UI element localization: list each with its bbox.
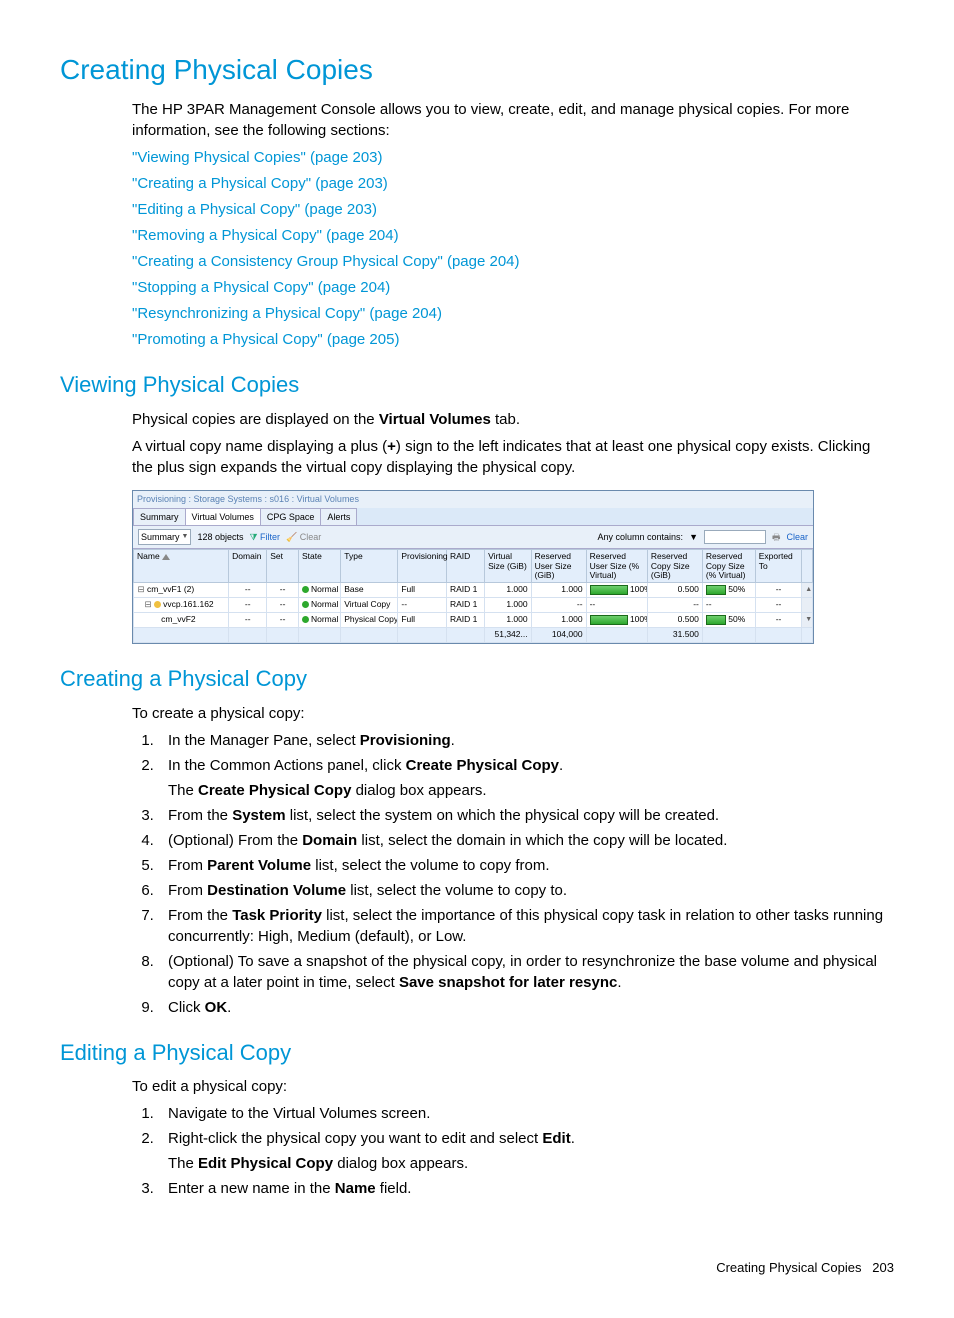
tab-alerts[interactable]: Alerts xyxy=(320,508,357,526)
any-column-label: Any column contains: xyxy=(598,531,684,544)
chevron-down-icon[interactable]: ▼ xyxy=(689,531,698,544)
section-link[interactable]: "Creating a Consistency Group Physical C… xyxy=(132,251,894,272)
step-item: From Destination Volume list, select the… xyxy=(158,880,894,901)
summary-dropdown[interactable]: Summary▼ xyxy=(138,529,191,545)
step-item: In the Common Actions panel, click Creat… xyxy=(158,755,894,801)
column-header[interactable]: Reserved User Size (% Virtual) xyxy=(586,550,647,583)
column-header[interactable]: Exported To xyxy=(755,550,802,583)
column-header[interactable]: Name xyxy=(134,550,229,583)
sort-asc-icon xyxy=(162,554,170,560)
breadcrumb: Provisioning : Storage Systems : s016 : … xyxy=(133,491,813,508)
clear-link[interactable]: 🧹 Clear xyxy=(286,531,321,544)
column-header[interactable]: Virtual Size (GiB) xyxy=(485,550,532,583)
table-row[interactable]: ⊟cm_vvF1 (2)----NormalBaseFullRAID 11.00… xyxy=(134,583,813,598)
object-count: 128 objects xyxy=(197,531,243,544)
table-row[interactable]: ⊟vvcp.161.162----NormalVirtual Copy--RAI… xyxy=(134,598,813,613)
intro-paragraph: The HP 3PAR Management Console allows yo… xyxy=(132,99,894,141)
tab-summary[interactable]: Summary xyxy=(133,508,186,526)
column-header[interactable]: Type xyxy=(341,550,398,583)
step-item: From the System list, select the system … xyxy=(158,805,894,826)
printer-icon[interactable]: 🖶 xyxy=(772,531,781,544)
column-header[interactable]: Provisioning xyxy=(398,550,447,583)
page-footer: Creating Physical Copies 203 xyxy=(60,1259,894,1277)
creating-steps: In the Manager Pane, select Provisioning… xyxy=(132,730,894,1018)
step-item: In the Manager Pane, select Provisioning… xyxy=(158,730,894,751)
table-totals-row: 51,342...104,00031.500 xyxy=(134,627,813,642)
section-link[interactable]: "Creating a Physical Copy" (page 203) xyxy=(132,173,894,194)
section-link[interactable]: "Promoting a Physical Copy" (page 205) xyxy=(132,329,894,350)
filter-link[interactable]: ⧩ Filter xyxy=(250,531,281,544)
editing-heading: Editing a Physical Copy xyxy=(60,1038,894,1069)
viewing-p1: Physical copies are displayed on the Vir… xyxy=(132,409,894,430)
column-header[interactable]: Set xyxy=(267,550,299,583)
section-link[interactable]: "Editing a Physical Copy" (page 203) xyxy=(132,199,894,220)
creating-intro: To create a physical copy: xyxy=(132,703,894,724)
viewing-heading: Viewing Physical Copies xyxy=(60,370,894,401)
step-item: From Parent Volume list, select the volu… xyxy=(158,855,894,876)
page-title: Creating Physical Copies xyxy=(60,50,894,89)
column-header[interactable]: Reserved Copy Size (% Virtual) xyxy=(702,550,755,583)
section-link[interactable]: "Viewing Physical Copies" (page 203) xyxy=(132,147,894,168)
step-item: (Optional) To save a snapshot of the phy… xyxy=(158,951,894,993)
section-link[interactable]: "Resynchronizing a Physical Copy" (page … xyxy=(132,303,894,324)
tab-virtual-volumes[interactable]: Virtual Volumes xyxy=(185,508,261,526)
column-header[interactable]: Domain xyxy=(229,550,267,583)
column-header[interactable]: State xyxy=(298,550,340,583)
step-item: Navigate to the Virtual Volumes screen. xyxy=(158,1103,894,1124)
step-item: (Optional) From the Domain list, select … xyxy=(158,830,894,851)
section-links: "Viewing Physical Copies" (page 203) "Cre… xyxy=(132,147,894,350)
step-item: Right-click the physical copy you want t… xyxy=(158,1128,894,1174)
editing-steps: Navigate to the Virtual Volumes screen. R… xyxy=(132,1103,894,1199)
tab-cpg-space[interactable]: CPG Space xyxy=(260,508,322,526)
volumes-table: NameDomainSetStateTypeProvisioningRAIDVi… xyxy=(133,549,813,643)
creating-heading: Creating a Physical Copy xyxy=(60,664,894,695)
section-link[interactable]: "Removing a Physical Copy" (page 204) xyxy=(132,225,894,246)
column-header[interactable]: Reserved User Size (GiB) xyxy=(531,550,586,583)
table-row[interactable]: cm_vvF2----NormalPhysical CopyFullRAID 1… xyxy=(134,612,813,627)
virtual-volumes-screenshot: Provisioning : Storage Systems : s016 : … xyxy=(132,490,814,644)
editing-intro: To edit a physical copy: xyxy=(132,1076,894,1097)
step-item: Enter a new name in the Name field. xyxy=(158,1178,894,1199)
column-header[interactable]: Reserved Copy Size (GiB) xyxy=(647,550,702,583)
viewing-p2: A virtual copy name displaying a plus (+… xyxy=(132,436,894,478)
step-item: Click OK. xyxy=(158,997,894,1018)
section-link[interactable]: "Stopping a Physical Copy" (page 204) xyxy=(132,277,894,298)
filter-input[interactable] xyxy=(704,530,766,544)
column-header[interactable]: RAID xyxy=(447,550,485,583)
step-item: From the Task Priority list, select the … xyxy=(158,905,894,947)
clear-right-link[interactable]: Clear xyxy=(786,531,808,544)
